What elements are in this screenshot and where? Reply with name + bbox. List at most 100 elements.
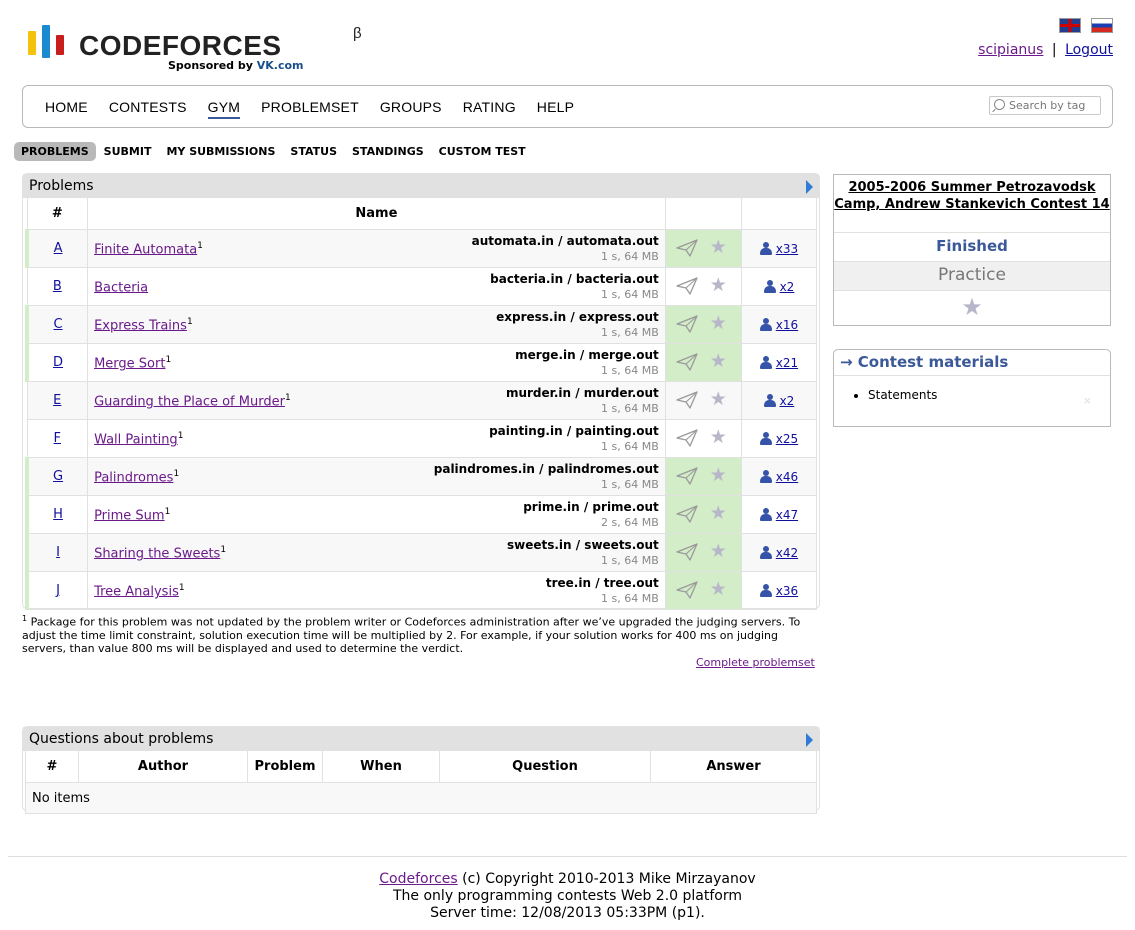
- problem-id-link[interactable]: C: [53, 317, 62, 332]
- problem-footnote-mark: 1: [173, 469, 180, 479]
- solved-count-cell: x36: [740, 571, 818, 610]
- menu-rating[interactable]: RATING: [463, 99, 516, 115]
- solved-count-link[interactable]: x25: [759, 431, 798, 446]
- problem-title: Tree Analysis1: [94, 583, 185, 599]
- star-icon[interactable]: ★: [710, 542, 727, 561]
- problem-name-link[interactable]: Express Trains: [94, 318, 187, 333]
- problem-name-link[interactable]: Finite Automata: [94, 242, 197, 257]
- problem-actions-cell: ★: [664, 381, 742, 420]
- submenu-standings[interactable]: STANDINGS: [345, 142, 431, 161]
- table-row: E Guarding the Place of Murder1 murder.in …: [26, 381, 818, 420]
- problem-id-link[interactable]: G: [53, 469, 63, 484]
- solved-count-link[interactable]: x2: [763, 279, 794, 294]
- problem-id-link[interactable]: D: [53, 355, 63, 370]
- submenu-my-submissions[interactable]: MY SUBMISSIONS: [159, 142, 282, 161]
- problem-id-link[interactable]: F: [54, 431, 61, 446]
- submit-icon[interactable]: [676, 391, 698, 409]
- problem-id-cell: F: [26, 419, 89, 458]
- menu-gym[interactable]: GYM: [207, 99, 241, 119]
- copyright-text: (c) Copyright 2010-2013 Mike Mirzayanov: [457, 871, 756, 887]
- submit-icon[interactable]: [676, 353, 698, 371]
- user-icon: [759, 545, 772, 559]
- solved-count-link[interactable]: x21: [759, 355, 798, 370]
- complete-problemset-link[interactable]: Complete problemset: [696, 656, 815, 669]
- problem-id-link[interactable]: E: [53, 393, 61, 408]
- solved-count-cell: x16: [740, 305, 818, 344]
- submenu-problems[interactable]: PROBLEMS: [14, 142, 96, 161]
- search-by-tag-input[interactable]: Search by tag: [989, 96, 1101, 115]
- russian-flag-icon[interactable]: [1091, 18, 1113, 33]
- problem-id-link[interactable]: A: [54, 241, 63, 256]
- submenu-status[interactable]: STATUS: [283, 142, 344, 161]
- submit-icon[interactable]: [676, 315, 698, 333]
- menu-home[interactable]: HOME: [45, 99, 88, 115]
- favourite-star-icon[interactable]: ★: [834, 291, 1110, 325]
- table-row: B Bacteria bacteria.in / bacteria.out 1 s, …: [26, 267, 818, 306]
- solved-count-link[interactable]: x46: [759, 469, 798, 484]
- problem-id-link[interactable]: J: [56, 583, 60, 598]
- table-row: I Sharing the Sweets1 sweets.in / sweets.o…: [25, 533, 818, 572]
- problem-actions-cell: ★: [664, 533, 742, 572]
- table-row: C Express Trains1 express.in / express.out…: [25, 305, 818, 344]
- solved-count-link[interactable]: x42: [759, 545, 798, 560]
- problem-name-link[interactable]: Prime Sum: [94, 508, 165, 523]
- username-link[interactable]: scipianus: [978, 42, 1043, 58]
- star-icon[interactable]: ★: [710, 580, 727, 599]
- arrow-right-icon[interactable]: [806, 733, 813, 747]
- problem-title: Finite Automata1: [94, 241, 203, 257]
- submit-icon[interactable]: [676, 467, 698, 485]
- star-icon[interactable]: ★: [710, 390, 727, 409]
- menu-help[interactable]: HELP: [537, 99, 574, 115]
- problem-name-link[interactable]: Wall Painting: [94, 432, 178, 447]
- problem-id-cell: H: [25, 495, 89, 534]
- solved-count-link[interactable]: x16: [759, 317, 798, 332]
- menu-problemset[interactable]: PROBLEMSET: [261, 99, 359, 115]
- submit-icon[interactable]: [676, 239, 698, 257]
- submenu-submit[interactable]: SUBMIT: [97, 142, 159, 161]
- menu-contests[interactable]: CONTESTS: [109, 99, 187, 115]
- solved-count-link[interactable]: x47: [759, 507, 798, 522]
- header: CODEFORCES β Sponsored by VK.com scipian…: [0, 0, 1135, 80]
- problem-id-link[interactable]: H: [53, 507, 63, 522]
- solved-count-link[interactable]: x2: [763, 393, 794, 408]
- problem-name-link[interactable]: Sharing the Sweets: [94, 546, 220, 561]
- problem-actions-cell: ★: [664, 571, 742, 610]
- problem-id-link[interactable]: I: [56, 545, 60, 560]
- submit-icon[interactable]: [676, 581, 698, 599]
- footer-codeforces-link[interactable]: Codeforces: [379, 871, 457, 887]
- star-icon[interactable]: ★: [710, 466, 727, 485]
- problem-limits: 1 s, 64 MB: [601, 402, 659, 415]
- star-icon[interactable]: ★: [710, 276, 727, 295]
- contest-name-link[interactable]: 2005-2006 Summer Petrozavodsk Camp, Andr…: [834, 180, 1109, 212]
- problem-name-link[interactable]: Palindromes: [94, 470, 173, 485]
- problem-id-link[interactable]: B: [53, 279, 62, 294]
- remove-icon[interactable]: ×: [1083, 394, 1092, 407]
- submit-icon[interactable]: [676, 505, 698, 523]
- problem-name-link[interactable]: Merge Sort: [94, 356, 165, 371]
- star-icon[interactable]: ★: [710, 504, 727, 523]
- menu-groups[interactable]: GROUPS: [380, 99, 442, 115]
- star-icon[interactable]: ★: [710, 314, 727, 333]
- submit-icon[interactable]: [676, 543, 698, 561]
- logout-link[interactable]: Logout: [1065, 42, 1113, 58]
- problem-footnote-mark: 1: [164, 507, 171, 517]
- no-items-text: No items: [25, 782, 817, 814]
- problem-name-link[interactable]: Bacteria: [94, 280, 148, 295]
- problem-footnote-mark: 1: [165, 355, 172, 365]
- problem-name-link[interactable]: Tree Analysis: [94, 584, 179, 599]
- submenu-custom-test[interactable]: CUSTOM TEST: [432, 142, 533, 161]
- questions-caption: Questions about problems: [23, 727, 819, 751]
- solved-count-link[interactable]: x33: [759, 241, 798, 256]
- star-icon[interactable]: ★: [710, 352, 727, 371]
- star-icon[interactable]: ★: [710, 428, 727, 447]
- submit-icon[interactable]: [676, 429, 698, 447]
- problem-name-link[interactable]: Guarding the Place of Murder: [94, 394, 285, 409]
- material-statements[interactable]: Statements: [868, 388, 1110, 402]
- footer-divider: [8, 856, 1127, 857]
- solved-count-link[interactable]: x36: [759, 583, 798, 598]
- english-flag-icon[interactable]: [1058, 18, 1081, 33]
- submit-icon[interactable]: [676, 277, 698, 295]
- arrow-right-icon[interactable]: [806, 180, 813, 194]
- problem-limits: 1 s, 64 MB: [601, 250, 659, 263]
- star-icon[interactable]: ★: [710, 238, 727, 257]
